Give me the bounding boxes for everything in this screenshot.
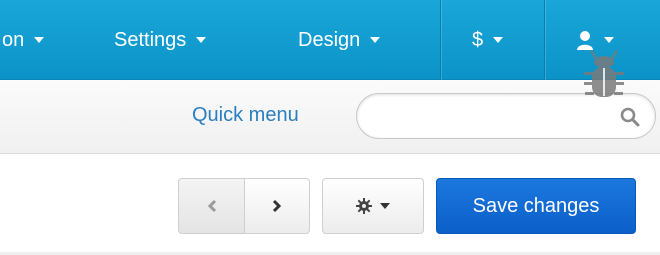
chevron-left-icon [207, 199, 216, 213]
nav-item-label: Settings [114, 28, 187, 51]
nav-item-design[interactable]: Design [298, 0, 381, 80]
search-input[interactable] [373, 102, 613, 130]
caret-down-icon [196, 37, 207, 43]
nav-item-settings[interactable]: Settings [114, 0, 207, 80]
caret-down-icon [370, 37, 381, 43]
caret-down-icon [380, 203, 390, 209]
caret-down-icon [604, 37, 614, 43]
bug-icon [584, 50, 624, 97]
nav-item-label: $ [472, 28, 484, 51]
next-button[interactable] [245, 179, 309, 233]
nav-divider [440, 0, 441, 80]
previous-button[interactable] [179, 179, 245, 233]
chevron-right-icon [272, 199, 282, 213]
nav-item-label: Design [298, 28, 361, 51]
save-changes-button[interactable]: Save changes [436, 178, 636, 234]
nav-item-label: on [2, 28, 25, 51]
caret-down-icon [493, 37, 504, 43]
nav-item-truncated[interactable]: on [2, 0, 45, 80]
nav-item-currency[interactable]: $ [472, 0, 504, 80]
caret-down-icon [34, 37, 45, 43]
top-navbar: on Settings Design $ [0, 0, 660, 80]
quick-menu-link[interactable]: Quick menu [192, 104, 299, 127]
search-icon[interactable] [619, 106, 641, 128]
pager-button-group [178, 178, 310, 234]
settings-dropdown-button[interactable] [322, 178, 424, 234]
gear-icon [356, 198, 372, 214]
nav-divider [544, 0, 545, 80]
